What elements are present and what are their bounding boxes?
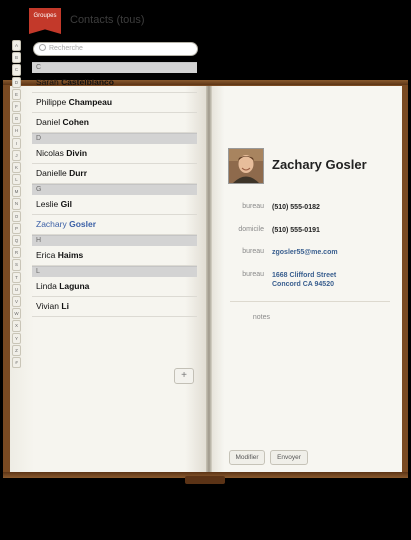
index-letter[interactable]: N bbox=[12, 198, 21, 210]
field-value-text[interactable]: (510) 555-0182 bbox=[272, 203, 320, 212]
index-letter[interactable]: # bbox=[12, 356, 21, 369]
field-value-text[interactable]: 1668 Clifford Street Concord CA 94520 bbox=[272, 271, 336, 289]
contact-row[interactable]: Sarah Castelblanco bbox=[32, 73, 197, 93]
edit-button[interactable]: Modifier bbox=[229, 450, 265, 465]
search-icon bbox=[39, 44, 46, 51]
index-letter[interactable]: H bbox=[12, 125, 21, 137]
last-name: Castelblanco bbox=[61, 77, 114, 87]
index-letter[interactable]: I bbox=[12, 137, 21, 149]
contact-row[interactable]: Daniel Cohen bbox=[32, 113, 197, 133]
field-label-text: domicile bbox=[238, 226, 264, 233]
index-letter[interactable]: Z bbox=[12, 344, 21, 356]
first-name: Linda bbox=[36, 281, 57, 291]
last-name: Li bbox=[61, 301, 69, 311]
section-header: L bbox=[32, 266, 197, 277]
notes-label: notes bbox=[252, 314, 270, 321]
field-label-text: bureau bbox=[242, 271, 264, 278]
index-letter[interactable]: L bbox=[12, 174, 21, 186]
last-name: Cohen bbox=[62, 117, 89, 127]
index-letter[interactable]: E bbox=[12, 88, 21, 100]
send-button[interactable]: Envoyer bbox=[270, 450, 308, 465]
first-name: Nicolas bbox=[36, 148, 64, 158]
index-letter[interactable]: X bbox=[12, 320, 21, 332]
index-letter[interactable]: U bbox=[12, 283, 21, 295]
index-letter[interactable]: B bbox=[12, 52, 21, 64]
index-letter[interactable]: O bbox=[12, 210, 21, 222]
index-letter[interactable]: K bbox=[12, 161, 21, 174]
section-header: G bbox=[32, 184, 197, 195]
book-clasp bbox=[185, 476, 225, 484]
contact-row[interactable]: Vivian Li bbox=[32, 297, 197, 317]
groups-button[interactable]: Groupes bbox=[29, 8, 61, 34]
index-letter[interactable]: W bbox=[12, 308, 21, 320]
last-name: Divin bbox=[66, 148, 88, 158]
contact-name: Zachary Gosler bbox=[272, 157, 367, 172]
last-name: Champeau bbox=[68, 97, 113, 107]
index-letter[interactable]: F bbox=[12, 100, 21, 113]
index-letter[interactable]: T bbox=[12, 271, 21, 283]
contact-avatar[interactable] bbox=[228, 148, 264, 184]
contact-row[interactable]: Philippe Champeau bbox=[32, 93, 197, 113]
index-letter[interactable]: A bbox=[12, 40, 21, 52]
contact-row[interactable]: Zachary Gosler bbox=[32, 215, 197, 235]
index-letter[interactable]: R bbox=[12, 247, 21, 259]
first-name: Danielle bbox=[36, 168, 67, 178]
last-name: Gil bbox=[60, 199, 72, 209]
index-letter[interactable]: V bbox=[12, 295, 21, 308]
index-letter[interactable]: P bbox=[12, 222, 21, 234]
field-label-text: bureau bbox=[242, 203, 264, 210]
first-name: Zachary bbox=[36, 219, 67, 229]
first-name: Philippe bbox=[36, 97, 67, 107]
last-name: Laguna bbox=[59, 281, 90, 291]
contact-row[interactable]: Danielle Durr bbox=[32, 164, 197, 184]
first-name: Erica bbox=[36, 250, 56, 260]
index-letter[interactable]: Y bbox=[12, 332, 21, 344]
index-letter[interactable]: D bbox=[12, 76, 21, 88]
contact-row[interactable]: Erica Haims bbox=[32, 246, 197, 266]
field-label-text: bureau bbox=[242, 248, 264, 255]
index-letter[interactable]: Q bbox=[12, 235, 21, 247]
add-contact-button[interactable]: + bbox=[174, 368, 194, 384]
index-letter[interactable]: S bbox=[12, 259, 21, 271]
avatar-photo bbox=[229, 149, 263, 183]
section-header: C bbox=[32, 62, 197, 73]
first-name: Sarah bbox=[36, 77, 59, 87]
search-input[interactable]: Recherche bbox=[33, 42, 198, 56]
book-spine bbox=[206, 86, 212, 472]
index-letter[interactable]: C bbox=[12, 64, 21, 76]
contact-row[interactable]: Nicolas Divin bbox=[32, 144, 197, 164]
first-name: Leslie bbox=[36, 199, 59, 209]
contact-row[interactable]: Leslie Gil bbox=[32, 195, 197, 215]
page-title: Contacts (tous) bbox=[70, 14, 145, 26]
section-header: H bbox=[32, 235, 197, 246]
index-letter[interactable]: M bbox=[12, 186, 21, 198]
last-name: Haims bbox=[57, 250, 84, 260]
last-name: Gosler bbox=[69, 219, 97, 229]
last-name: Durr bbox=[69, 168, 88, 178]
index-letter[interactable]: G bbox=[12, 113, 21, 125]
section-header: D bbox=[32, 133, 197, 144]
contact-list: C Sarah Castelblanco Philippe Champeau Dani… bbox=[32, 62, 197, 317]
field-value-text[interactable]: zgosler55@me.com bbox=[272, 248, 338, 257]
index-letter[interactable]: J bbox=[12, 149, 21, 161]
fields-divider bbox=[230, 301, 390, 302]
alphabet-index[interactable]: A B C D E F G H I J K L M N O P Q R S T U V W X Y Z # bbox=[12, 40, 21, 369]
contact-row[interactable]: Linda Laguna bbox=[32, 277, 197, 297]
field-value-text[interactable]: (510) 555-0191 bbox=[272, 226, 320, 235]
first-name: Vivian bbox=[36, 301, 59, 311]
search-placeholder: Recherche bbox=[49, 45, 83, 52]
first-name: Daniel bbox=[36, 117, 61, 127]
